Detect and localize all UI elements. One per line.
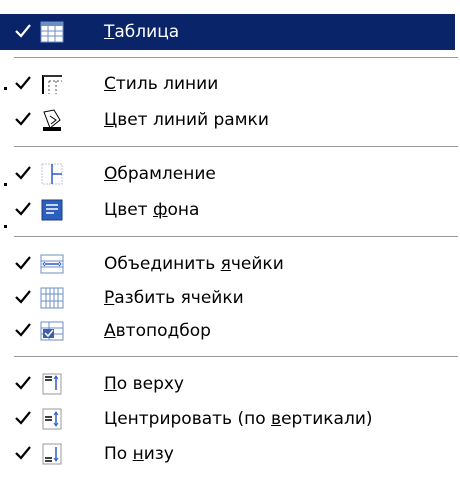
checkmark-icon [15,290,31,304]
align-middle-icon [42,408,62,430]
checkmark-icon [15,112,31,126]
menu-item-align-top[interactable]: По верху [0,366,455,402]
menu-item-table[interactable]: Таблица [0,14,455,50]
checkmark-icon [15,202,31,216]
menu-item-label: Обрамление [104,164,216,184]
checkmark-icon [15,256,31,270]
menu-item-border-color[interactable]: Цвет линий рамки [0,102,455,138]
menu-item-label: По низу [104,444,174,464]
menu-separator [14,236,458,238]
menu-item-autofit[interactable]: Автоподбор [0,313,455,349]
menu-item-label: Таблица [104,22,180,42]
menu-item-align-bottom[interactable]: По низу [0,436,455,472]
table-icon [40,21,64,43]
menu-item-label: По верху [104,374,184,394]
checkmark-icon [15,376,31,390]
menu-separator [14,356,458,358]
menu-item-merge-cells[interactable]: Объединить ячейки [0,246,455,282]
shading-color-icon [41,199,63,221]
toolbars-context-menu: Таблица Стиль линии Цвет линий рамки Обр… [0,0,460,485]
checkmark-icon [15,446,31,460]
menu-item-label: Объединить ячейки [104,254,284,274]
checkmark-icon [15,411,31,425]
line-style-icon [42,75,62,94]
split-cells-icon [40,287,64,309]
checkmark-icon [15,76,31,90]
menu-item-split-cells[interactable]: Разбить ячейки [0,280,455,316]
autofit-icon [40,321,64,341]
menu-item-label: Разбить ячейки [104,288,244,308]
checkmark-icon [15,166,31,180]
menu-separator [14,146,458,148]
align-top-icon [42,373,62,395]
borders-icon [41,163,63,185]
menu-item-shading-color[interactable]: Цвет фона [0,192,455,228]
menu-item-borders[interactable]: Обрамление [0,156,455,192]
menu-item-align-middle[interactable]: Центрировать (по вертикали) [0,401,455,437]
align-bottom-icon [42,443,62,465]
menu-item-label: Автоподбор [104,321,211,341]
merge-cells-icon [40,254,64,274]
checkmark-icon [15,24,31,38]
menu-separator [14,57,458,59]
menu-item-line-style[interactable]: Стиль линии [0,66,455,102]
menu-item-label: Цвет фона [104,200,200,220]
checkmark-icon [15,323,31,337]
border-color-icon [43,109,61,131]
menu-item-label: Цвет линий рамки [104,110,269,130]
menu-item-label: Стиль линии [104,74,219,94]
menu-item-label: Центрировать (по вертикали) [104,409,373,429]
